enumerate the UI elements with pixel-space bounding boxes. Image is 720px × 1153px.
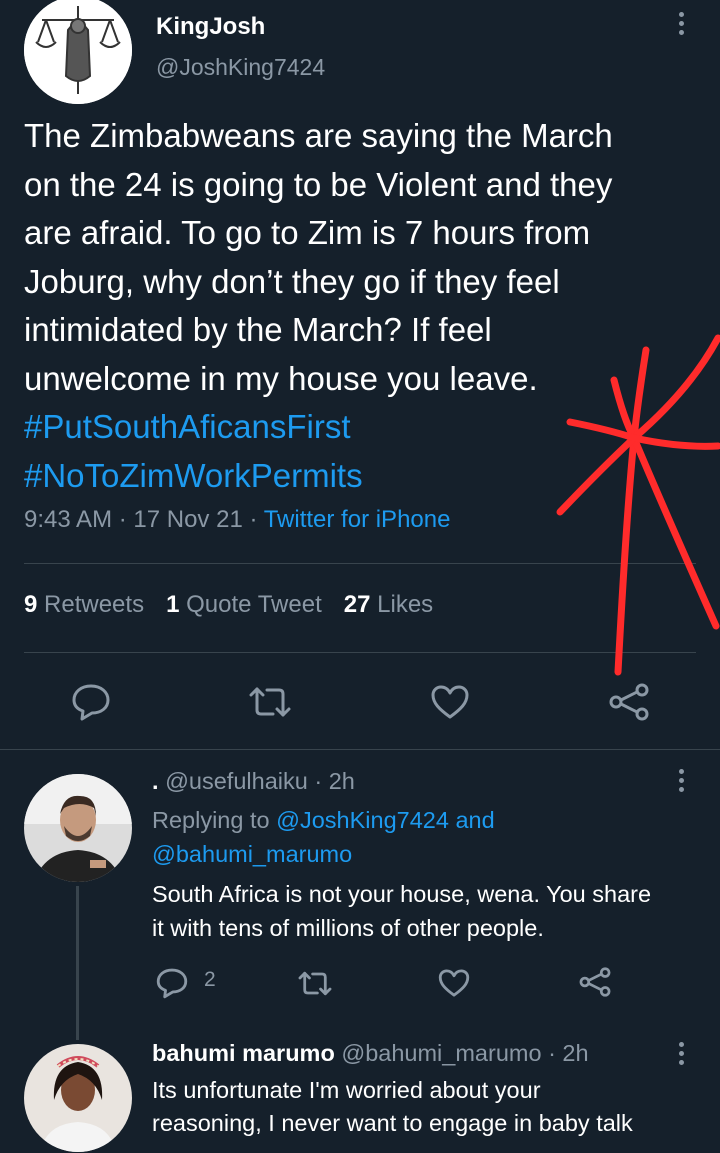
reply-count: 2 bbox=[204, 968, 216, 991]
more-icon[interactable] bbox=[673, 8, 689, 39]
reply-author-handle[interactable]: @usefulhaiku bbox=[165, 768, 308, 794]
tweet-stats: 9 Retweets 1 Quote Tweet 27 Likes bbox=[24, 591, 433, 619]
reply-age: 2h bbox=[562, 1040, 589, 1066]
reply-author-handle[interactable]: @bahumi_marumo bbox=[341, 1040, 541, 1066]
divider bbox=[24, 563, 696, 564]
reply-avatar[interactable] bbox=[24, 774, 132, 882]
reply-text-line: reasoning, I never want to engage in bab… bbox=[152, 1110, 633, 1136]
likes-stat[interactable]: 27 Likes bbox=[344, 591, 433, 618]
like-icon[interactable] bbox=[437, 967, 471, 999]
reply-icon[interactable] bbox=[70, 682, 112, 722]
more-icon[interactable] bbox=[673, 1038, 689, 1069]
hashtag-link[interactable]: #PutSouthAficansFirst bbox=[24, 403, 704, 452]
reply-author-name[interactable]: bahumi marumo bbox=[152, 1040, 335, 1066]
reply-text-line: Its unfortunate I'm worried about your bbox=[152, 1077, 541, 1103]
mention-link[interactable]: @bahumi_marumo bbox=[152, 837, 352, 871]
reply-avatar[interactable] bbox=[24, 1044, 132, 1152]
reply-text-line: South Africa is not your house, wena. Yo… bbox=[152, 881, 652, 907]
retweet-icon[interactable] bbox=[296, 969, 334, 998]
like-icon[interactable] bbox=[429, 683, 471, 721]
retweet-icon[interactable] bbox=[246, 684, 294, 720]
quotes-stat[interactable]: 1 Quote Tweet bbox=[166, 591, 322, 618]
share-icon[interactable] bbox=[577, 965, 613, 999]
replying-to: Replying to @JoshKing7424 and bbox=[152, 807, 495, 833]
reply-header: . @usefulhaiku · 2h bbox=[152, 768, 355, 794]
tweet-source[interactable]: Twitter for iPhone bbox=[264, 506, 451, 533]
author-avatar[interactable] bbox=[24, 0, 132, 104]
tweet-body: The Zimbabweans are saying the March on … bbox=[24, 117, 613, 397]
share-icon[interactable] bbox=[606, 681, 652, 723]
retweets-stat[interactable]: 9 Retweets bbox=[24, 591, 144, 618]
author-handle[interactable]: @JoshKing7424 bbox=[156, 54, 325, 81]
reply-header: bahumi marumo @bahumi_marumo · 2h bbox=[152, 1040, 589, 1066]
tweet-time: 9:43 AM bbox=[24, 506, 113, 533]
mention-link[interactable]: @JoshKing7424 bbox=[276, 807, 449, 833]
divider bbox=[24, 652, 696, 653]
reply-age: 2h bbox=[328, 768, 355, 794]
more-icon[interactable] bbox=[673, 765, 689, 796]
reply-icon[interactable] bbox=[155, 966, 189, 1000]
hashtag-link[interactable]: #NoToZimWorkPermits bbox=[24, 452, 704, 501]
reply-text-line: it with tens of millions of other people… bbox=[152, 915, 544, 941]
reply-author-name[interactable]: . bbox=[152, 768, 159, 794]
tweet-date: 17 Nov 21 bbox=[133, 506, 243, 533]
section-divider bbox=[0, 749, 720, 750]
author-name[interactable]: KingJosh bbox=[156, 13, 265, 41]
tweet-text: The Zimbabweans are saying the March on … bbox=[24, 112, 704, 500]
tweet-meta: 9:43 AM · 17 Nov 21 · Twitter for iPhone bbox=[24, 506, 451, 533]
thread-line bbox=[76, 886, 79, 1040]
